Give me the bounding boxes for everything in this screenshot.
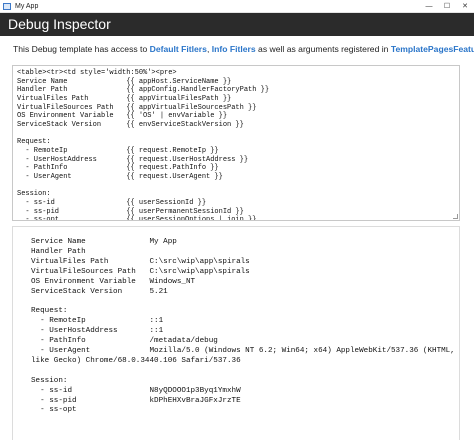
window-titlebar: My App — ☐ ✕ [0,0,474,13]
info-filters-link[interactable]: Info Fitlers [212,44,256,54]
minimize-icon[interactable]: — [420,0,438,13]
window-title: My App [15,2,39,10]
rendered-output: Service Name My App Handler Path Virtual… [12,226,460,440]
default-filters-link[interactable]: Default Fitlers [150,44,207,54]
window-controls: — ☐ ✕ [420,0,474,13]
close-icon[interactable]: ✕ [456,0,474,13]
maximize-icon[interactable]: ☐ [438,0,456,13]
template-editor[interactable]: <table><tr><td style='width:50%'><pre> S… [12,65,460,221]
intro-text-before: This Debug template has access to [13,44,150,54]
output-content: Service Name My App Handler Path Virtual… [31,238,455,415]
template-pages-feature-link[interactable]: TemplatePagesFeature [391,44,474,54]
intro-text: This Debug template has access to Defaul… [13,44,474,54]
resize-grip-icon[interactable] [453,214,458,219]
intro-text-middle: as well as arguments registered in [255,44,391,54]
app-window-icon [3,2,11,10]
page-title: Debug Inspector [8,16,111,32]
page-header: Debug Inspector [0,13,474,36]
template-source[interactable]: <table><tr><td style='width:50%'><pre> S… [13,66,459,220]
